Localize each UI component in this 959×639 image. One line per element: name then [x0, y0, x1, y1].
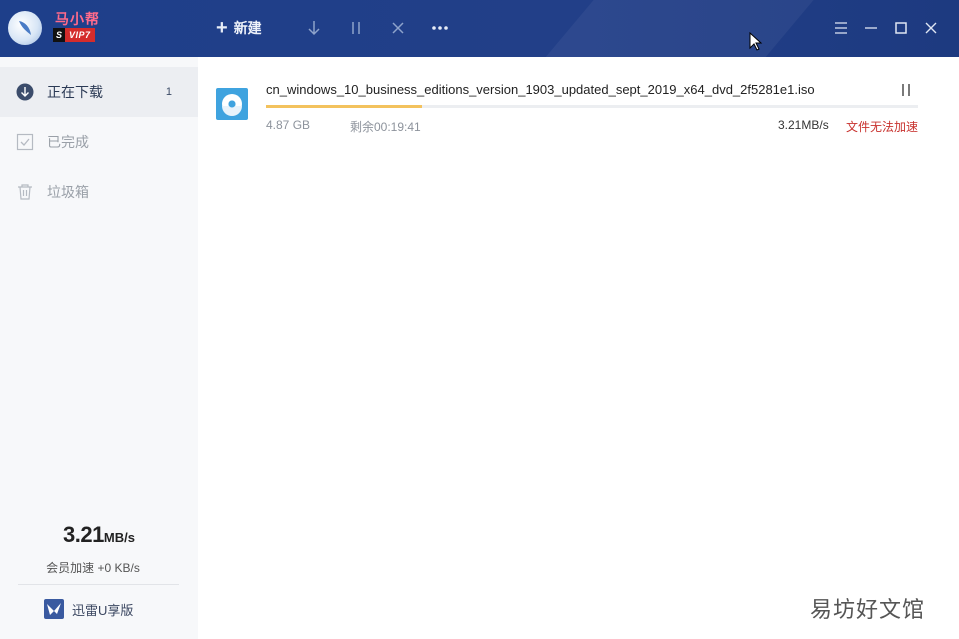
sidebar-item-completed[interactable]: 已完成 — [0, 117, 198, 167]
download-count-badge: 1 — [165, 86, 172, 98]
task-progress-bar — [266, 105, 918, 108]
plus-icon: + — [216, 17, 228, 39]
total-speed-value: 3.21 — [63, 522, 104, 547]
bird-logo-icon — [44, 599, 64, 619]
vip-s-icon: S — [53, 28, 65, 42]
trash-icon — [18, 184, 32, 200]
task-filename[interactable]: cn_windows_10_business_editions_version_… — [266, 82, 815, 97]
total-speed: 3.21MB/s — [0, 522, 198, 548]
vip-badge[interactable]: S VIP7 — [53, 28, 95, 42]
pause-icon[interactable] — [898, 83, 914, 97]
username[interactable]: 马小帮 — [55, 9, 100, 29]
watermark-text: 易坊好文馆 — [810, 597, 926, 622]
checkbox-icon — [16, 133, 34, 151]
xunlei-u-edition-link[interactable]: 迅雷U享版 — [44, 599, 133, 619]
task-size: 4.87 GB — [266, 118, 311, 132]
task-progress-fill — [266, 105, 423, 108]
new-task-button[interactable]: + 新建 — [216, 17, 262, 39]
mouse-cursor-icon — [749, 32, 763, 51]
minimize-icon[interactable] — [862, 19, 880, 37]
pause-all-icon[interactable] — [347, 19, 365, 37]
close-icon[interactable] — [922, 19, 940, 37]
title-bar: 马小帮 S VIP7 + 新建 — [0, 0, 959, 57]
sidebar-item-trash[interactable]: 垃圾箱 — [0, 167, 198, 217]
delete-icon[interactable] — [389, 19, 407, 37]
sidebar-item-label: 正在下载 — [47, 84, 103, 100]
menu-icon[interactable] — [832, 19, 850, 37]
vip-level: VIP7 — [65, 28, 95, 42]
app-logo-icon[interactable] — [8, 11, 42, 45]
start-download-icon[interactable] — [305, 19, 323, 37]
task-speed: 3.21MB/s — [778, 118, 829, 132]
sidebar-item-label: 已完成 — [47, 134, 89, 150]
sidebar-item-label: 垃圾箱 — [47, 184, 89, 200]
total-speed-unit: MB/s — [103, 530, 135, 545]
xunlei-u-edition-label: 迅雷U享版 — [72, 602, 134, 618]
task-accel-note: 文件无法加速 — [846, 120, 919, 134]
sidebar-item-downloading[interactable]: 正在下载 1 — [0, 67, 198, 117]
disc-file-icon — [216, 88, 248, 120]
task-remaining-time: 剩余00:19:41 — [350, 120, 421, 134]
title-bar-decoration — [509, 0, 831, 57]
maximize-icon[interactable] — [892, 19, 910, 37]
vip-accel-text: 会员加速 +0 KB/s — [46, 561, 140, 575]
more-icon[interactable] — [431, 19, 449, 37]
new-task-label: 新建 — [233, 20, 262, 36]
sidebar: 正在下载 1 已完成 垃圾箱 3.21MB/s 会员加速 +0 KB/s 迅雷U… — [0, 57, 198, 639]
download-circle-icon — [16, 83, 34, 101]
sidebar-divider — [18, 584, 179, 585]
